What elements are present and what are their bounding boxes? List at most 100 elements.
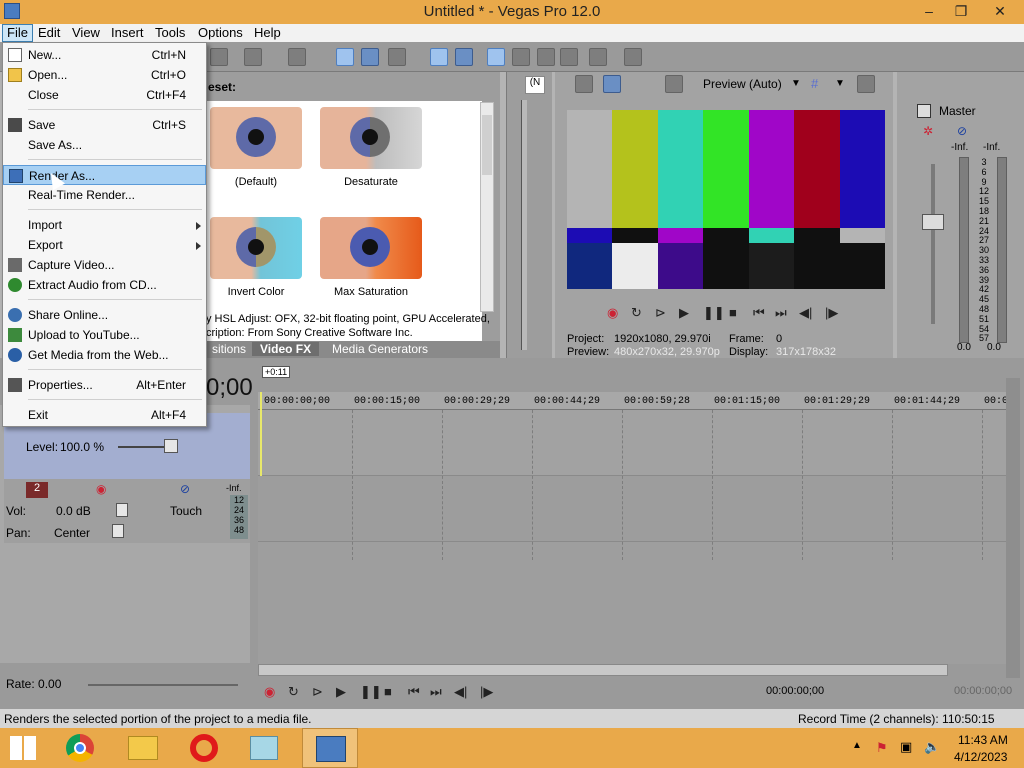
overlays-icon[interactable]: # (811, 76, 818, 91)
menu-help[interactable]: Help (250, 25, 285, 40)
vegas-taskbar-icon[interactable] (302, 728, 358, 768)
network-icon[interactable]: ▣ (900, 739, 912, 755)
vol-slider-thumb[interactable] (116, 503, 128, 517)
master-fx-icon[interactable]: ✲ (923, 124, 933, 138)
clock-time[interactable]: 11:43 AM (958, 733, 1008, 747)
master-fader[interactable] (922, 214, 944, 230)
menu-edit[interactable]: Edit (34, 25, 64, 40)
brush-icon[interactable] (589, 48, 607, 66)
mute-icon[interactable]: ⊘ (180, 482, 190, 496)
windows-start-icon[interactable] (10, 736, 36, 760)
arm-record-icon[interactable]: ◉ (96, 482, 106, 496)
file-explorer-icon[interactable] (128, 736, 158, 760)
menu-item-properties[interactable]: Properties... Alt+Enter (3, 375, 206, 395)
menu-item-open[interactable]: Open... Ctrl+O (3, 65, 206, 85)
next-frame-icon[interactable]: |▶ (825, 305, 838, 321)
close-button[interactable]: ✕ (978, 0, 1022, 22)
go-to-start-icon[interactable]: ⏮ (753, 305, 765, 321)
auto-ripple-icon[interactable] (430, 48, 448, 66)
help-icon[interactable] (624, 48, 642, 66)
trimmer-button[interactable]: (N (525, 76, 545, 94)
preset-tile-max-saturation[interactable]: Max Saturation (316, 213, 422, 317)
split-screen-icon[interactable] (665, 75, 683, 93)
next-frame-icon[interactable]: |▶ (480, 684, 493, 700)
chevron-down-icon[interactable]: ▼ (835, 78, 845, 89)
menu-item-share-online[interactable]: Share Online... (3, 305, 206, 325)
record-icon[interactable]: ◉ (607, 305, 618, 321)
preset-tile-default[interactable]: (Default) (206, 101, 306, 205)
previous-frame-icon[interactable]: ◀| (454, 684, 467, 700)
menu-item-extract-audio[interactable]: Extract Audio from CD... (3, 275, 206, 295)
undo-icon[interactable] (244, 48, 262, 66)
go-to-start-icon[interactable]: ⏮ (408, 684, 420, 700)
menu-options[interactable]: Options (194, 25, 247, 40)
loop-icon[interactable]: ↻ (288, 684, 299, 700)
menu-item-close[interactable]: Close Ctrl+F4 (3, 85, 206, 105)
lock-envelopes-icon[interactable] (455, 48, 473, 66)
redo-icon[interactable] (288, 48, 306, 66)
pause-icon[interactable]: ❚❚ (360, 684, 382, 700)
lock-icon[interactable] (560, 48, 578, 66)
maximize-button[interactable]: ❐ (944, 0, 978, 22)
action-center-icon[interactable]: ⚑ (876, 740, 888, 756)
chevron-up-icon[interactable]: ▲ (852, 740, 862, 751)
timeline-horizontal-scrollbar[interactable] (258, 664, 948, 676)
audio-track-header[interactable]: 2 ◉ ⊘ Vol: 0.0 dB Touch Pan: Center -Inf… (4, 479, 250, 543)
copy-snapshot-icon[interactable] (857, 75, 875, 93)
play-from-start-icon[interactable]: ⊳ (655, 305, 666, 321)
menu-tools[interactable]: Tools (151, 25, 189, 40)
rate-slider[interactable] (88, 684, 238, 686)
play-icon[interactable]: ▶ (336, 684, 346, 700)
external-monitor-icon[interactable] (603, 75, 621, 93)
timeline-ruler[interactable]: 00:00:00;00 00:00:15;00 00:00:29;29 00:00:4… (258, 392, 1008, 410)
menu-item-render-as[interactable]: Render As... (3, 165, 206, 185)
menu-insert[interactable]: Insert (107, 25, 148, 40)
toolbar-button[interactable] (210, 48, 228, 66)
menu-file[interactable]: File (2, 24, 33, 42)
level-slider-thumb[interactable] (164, 439, 178, 453)
chevron-down-icon[interactable]: ▼ (791, 78, 801, 89)
selection-time[interactable]: 00:00:00;00 (954, 685, 1012, 697)
audio-track-lane[interactable] (258, 476, 1006, 542)
pause-icon[interactable]: ❚❚ (703, 305, 725, 321)
previous-frame-icon[interactable]: ◀| (799, 305, 812, 321)
playhead[interactable] (260, 392, 262, 476)
menu-item-get-media-web[interactable]: Get Media from the Web... (3, 345, 206, 365)
menu-item-exit[interactable]: Exit Alt+F4 (3, 405, 206, 425)
auto-crossfade-icon[interactable] (512, 48, 530, 66)
menu-item-capture-video[interactable]: Capture Video... (3, 255, 206, 275)
notepad-icon[interactable] (250, 736, 278, 760)
automation-mode-dropdown[interactable]: Touch (170, 504, 202, 518)
chrome-icon[interactable] (66, 734, 94, 762)
volume-icon[interactable]: 🔈 (924, 739, 940, 755)
clock-date[interactable]: 4/12/2023 (954, 750, 1007, 764)
menu-item-upload-youtube[interactable]: Upload to YouTube... (3, 325, 206, 345)
go-to-end-icon[interactable]: ⏭ (430, 684, 442, 700)
pan-slider-thumb[interactable] (112, 524, 124, 538)
timeline-canvas[interactable]: 00:00:00;00 00:00:15;00 00:00:29;29 00:00:4… (258, 392, 1008, 664)
selection-tool-icon[interactable] (388, 48, 406, 66)
play-from-start-icon[interactable]: ⊳ (312, 684, 323, 700)
preview-quality-dropdown[interactable]: Preview (Auto) (703, 77, 782, 91)
opera-icon[interactable] (190, 734, 218, 762)
mute-icon[interactable]: ⊘ (957, 124, 967, 138)
tab-media-generators[interactable]: Media Generators (324, 342, 436, 356)
loop-icon[interactable]: ↻ (631, 305, 642, 321)
play-icon[interactable]: ▶ (679, 305, 689, 321)
normal-edit-tool-icon[interactable] (336, 48, 354, 66)
go-to-end-icon[interactable]: ⏭ (775, 305, 787, 321)
minimize-button[interactable]: – (912, 0, 946, 22)
video-track-lane[interactable] (258, 410, 1006, 476)
ignore-grouping-icon[interactable] (537, 48, 555, 66)
menu-item-export[interactable]: Export (3, 235, 206, 255)
cursor-time[interactable]: 00:00:00;00 (766, 685, 824, 697)
stop-icon[interactable]: ■ (729, 305, 737, 320)
preset-scrollbar[interactable] (480, 102, 494, 312)
preset-tile-invert-color[interactable]: Invert Color (206, 213, 306, 317)
menu-item-new[interactable]: New... Ctrl+N (3, 45, 206, 65)
snap-icon[interactable] (487, 48, 505, 66)
menu-item-real-time-render[interactable]: Real-Time Render... (3, 185, 206, 205)
menu-item-import[interactable]: Import (3, 215, 206, 235)
project-properties-icon[interactable] (575, 75, 593, 93)
tab-transitions[interactable]: sitions (204, 342, 254, 356)
